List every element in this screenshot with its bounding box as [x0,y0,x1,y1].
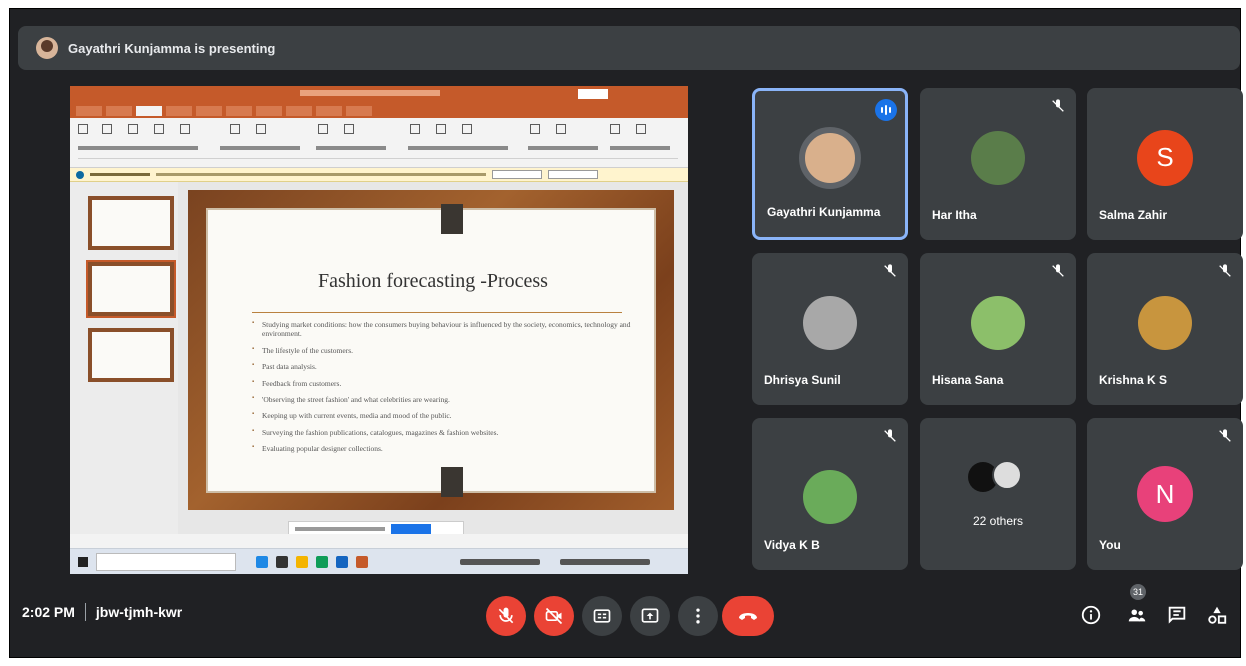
participant-tile[interactable]: Dhrisya Sunil [752,253,908,405]
presenting-banner: Gayathri Kunjamma is presenting [18,26,1240,70]
powerpoint-body: Fashion forecasting -Process Studying ma… [70,182,688,534]
camera-off-icon [545,607,563,625]
slide-bullet: Past data analysis. [252,362,632,371]
people-count-badge: 31 [1130,584,1146,600]
slide-thumbnails [70,182,178,534]
powerpoint-titlebar [70,86,688,104]
participant-name: Salma Zahir [1099,208,1168,222]
mic-off-icon [1052,264,1064,277]
shared-screen: Fashion forecasting -Process Studying ma… [70,86,688,574]
powerpoint-ribbon [70,118,688,168]
people-icon [1128,609,1146,622]
current-slide: Fashion forecasting -Process Studying ma… [188,190,674,510]
mic-off-icon [884,429,896,442]
participant-photo [971,295,1025,350]
participant-tile[interactable]: S Salma Zahir [1087,88,1243,240]
taskbar-search[interactable] [96,553,236,571]
info-icon [1081,605,1101,625]
slide-thumbnail[interactable] [86,260,176,318]
participant-photo [799,127,861,190]
meeting-info: 2:02 PM jbw-tjmh-kwr [22,603,182,621]
slide-bullet: Keeping up with current events, media an… [252,411,632,420]
camera-toggle-button[interactable] [534,596,574,636]
participant-name: Vidya K B [764,538,820,552]
present-icon [641,608,659,623]
app-icon[interactable] [356,556,368,568]
captions-button[interactable] [582,596,622,636]
presenter-avatar [36,37,58,59]
participant-photo [803,470,857,525]
notice-bar [70,168,688,182]
app-icon[interactable] [256,556,268,568]
binder-clip [441,204,463,234]
slide-bullets: Studying market conditions: how the cons… [252,320,632,460]
binder-clip [441,467,463,497]
clock-time: 2:02 PM [22,604,75,620]
participant-tile[interactable]: Gayathri Kunjamma [752,88,908,240]
activities-icon [1208,606,1227,624]
participant-tile[interactable]: Krishna K S [1087,253,1243,405]
slide-bullet: Evaluating popular designer collections. [252,444,632,453]
mic-off-icon [1219,429,1231,442]
participant-initial: S [1137,129,1193,186]
participant-name: Har Itha [932,208,977,222]
captions-icon [593,609,611,623]
app-icon[interactable] [296,556,308,568]
tray-area [460,559,540,565]
windows-taskbar [70,548,688,574]
chat-icon [1168,606,1186,624]
participant-name: You [1099,538,1121,552]
participant-photo [803,295,857,350]
app-icon[interactable] [336,556,348,568]
meeting-code: jbw-tjmh-kwr [95,604,183,620]
slide-bullet: Studying market conditions: how the cons… [252,320,632,339]
others-tile[interactable]: 22 others [920,418,1076,570]
others-avatar [992,460,1022,490]
tray-area [560,559,650,565]
participant-photo [971,130,1025,185]
powerpoint-statusbar [70,534,688,548]
app-icon[interactable] [316,556,328,568]
more-vert-icon [696,608,700,624]
participant-name: Hisana Sana [932,373,1004,387]
slide-bullet: The lifestyle of the customers. [252,346,632,355]
slide-title: Fashion forecasting -Process [318,270,548,292]
meeting-details-button[interactable] [1078,602,1104,628]
participant-name: Dhrisya Sunil [764,373,841,387]
participant-tile[interactable]: Vidya K B [752,418,908,570]
end-call-icon [739,613,757,620]
participant-tile[interactable]: Har Itha [920,88,1076,240]
more-options-button[interactable] [678,596,718,636]
windows-icon[interactable] [78,557,88,567]
chat-button[interactable] [1164,602,1190,628]
slide-thumbnail[interactable] [88,328,174,382]
participant-tile[interactable]: N You [1087,418,1243,570]
slide-bullet: 'Observing the street fashion' and what … [252,395,632,404]
people-button[interactable] [1124,602,1150,628]
participant-tile[interactable]: Hisana Sana [920,253,1076,405]
others-count-label: 22 others [972,514,1024,528]
mic-toggle-button[interactable] [486,596,526,636]
participant-initial: N [1137,466,1193,522]
slide-bullet: Feedback from customers. [252,379,632,388]
mic-off-icon [1219,264,1231,277]
mic-off-icon [498,607,514,624]
mic-off-icon [1052,99,1064,112]
toast-button[interactable] [391,523,431,535]
mic-off-icon [884,264,896,277]
slide-thumbnail[interactable] [88,196,174,250]
slide-bullet: Surveying the fashion publications, cata… [252,428,632,437]
powerpoint-tabs [70,104,688,118]
app-icon[interactable] [276,556,288,568]
participant-photo [1138,295,1192,350]
present-screen-button[interactable] [630,596,670,636]
presenting-text: Gayathri Kunjamma is presenting [68,40,276,56]
participant-name: Gayathri Kunjamma [767,205,881,219]
speaking-indicator-icon [875,99,897,121]
leave-call-button[interactable] [722,596,774,636]
participant-name: Krishna K S [1099,373,1168,387]
activities-button[interactable] [1204,602,1230,628]
